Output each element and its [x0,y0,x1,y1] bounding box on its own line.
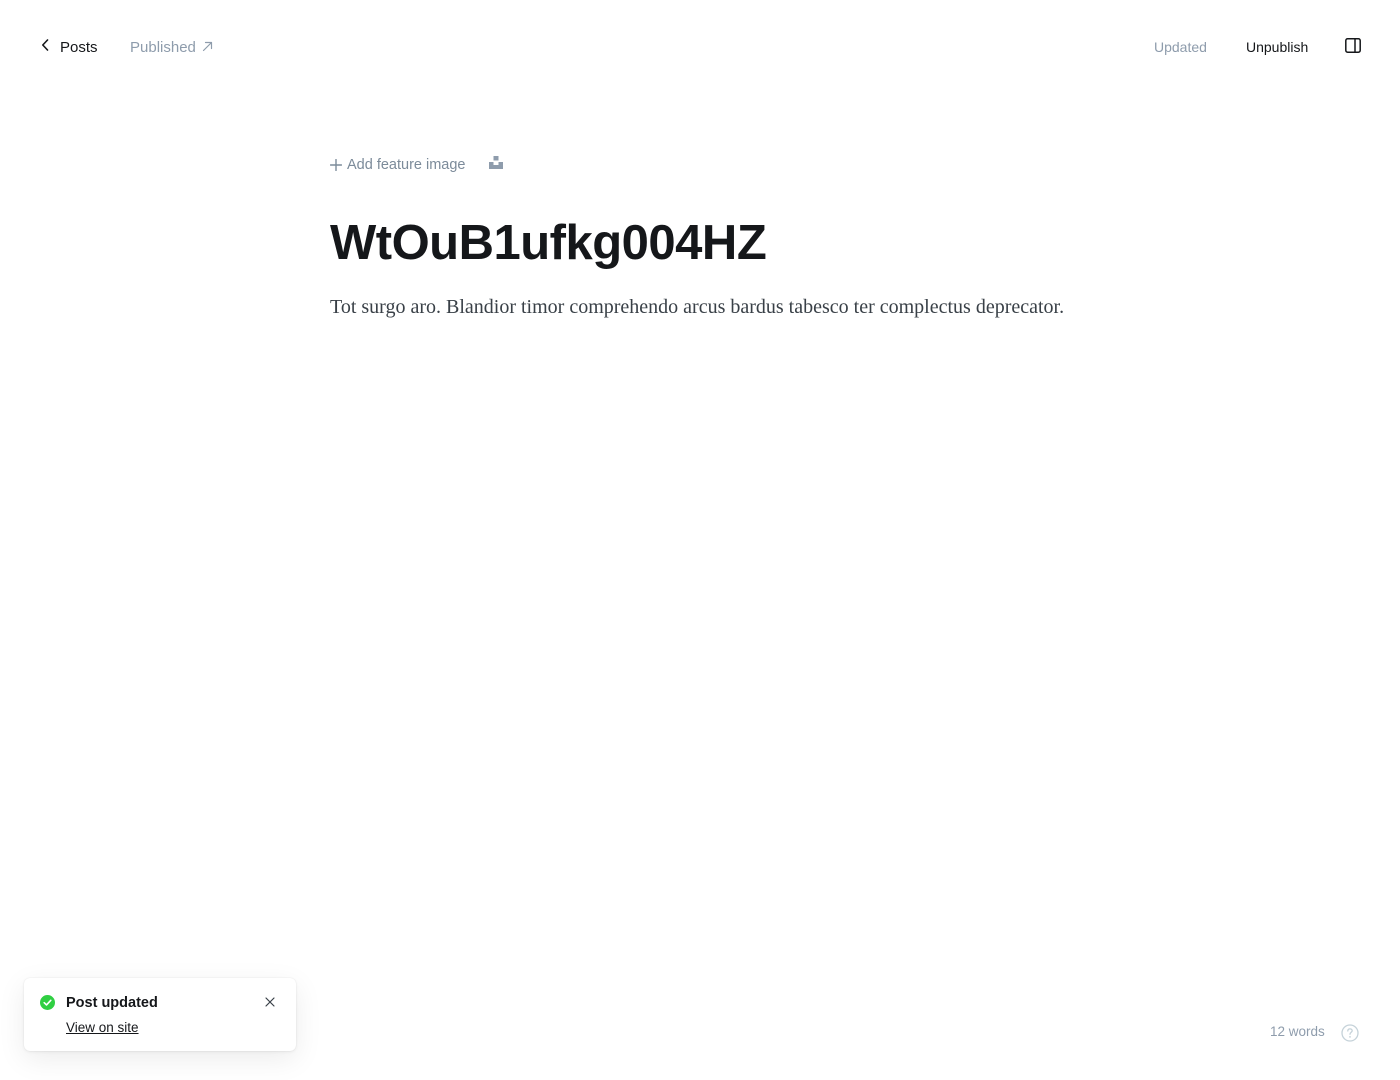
help-circle-icon [1341,1024,1359,1046]
save-state-label: Updated [1154,39,1207,55]
post-editor: Add feature image WtOuB1ufkg004HZ Tot su… [329,150,1070,323]
word-count: 12 words [1270,1024,1325,1039]
toast-title: Post updated [66,995,158,1011]
status-label: Published [130,38,196,56]
post-updated-toast: Post updated View on site [24,978,296,1051]
view-on-site-link[interactable]: View on site [66,1020,139,1035]
feature-image-row: Add feature image [329,150,1070,180]
chevron-left-icon [34,38,55,56]
arrow-up-right-icon [196,39,213,56]
post-body-editor[interactable]: Tot surgo aro. Blandior timor comprehend… [330,291,1070,323]
back-to-posts-link[interactable]: Posts [34,32,98,62]
add-feature-image-label: Add feature image [347,157,466,173]
editor-header: Posts Published Updated Unpublish [0,0,1400,94]
close-icon[interactable] [264,996,276,1008]
back-label: Posts [60,38,98,56]
post-title-input[interactable]: WtOuB1ufkg004HZ [330,214,1070,273]
sidebar-toggle-button[interactable] [1340,35,1366,61]
sidebar-toggle-icon [1345,38,1361,58]
post-editor-page: Posts Published Updated Unpublish Add fe… [0,0,1400,1080]
unsplash-button[interactable] [488,156,503,174]
unpublish-button[interactable]: Unpublish [1246,32,1308,62]
help-button[interactable] [1341,1024,1359,1042]
plus-icon [329,156,343,175]
unsplash-icon [488,156,503,174]
add-feature-image-button[interactable]: Add feature image [329,156,466,175]
body-paragraph: Tot surgo aro. Blandior timor comprehend… [330,295,1065,318]
published-status-link[interactable]: Published [130,32,213,62]
check-circle-icon [40,995,55,1010]
